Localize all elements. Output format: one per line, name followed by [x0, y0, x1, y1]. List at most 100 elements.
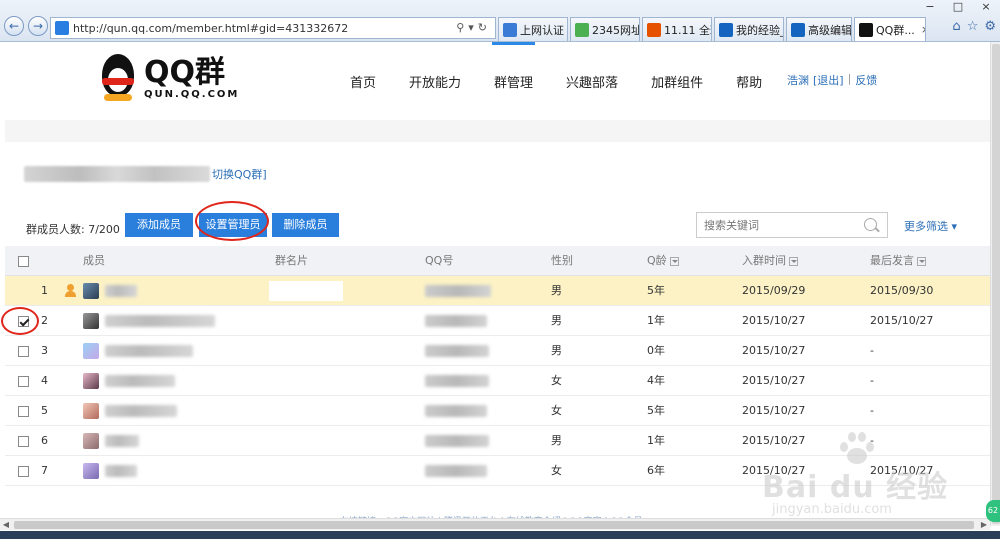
tab-close-icon[interactable]: × — [921, 23, 925, 36]
gender: 男 — [551, 284, 562, 297]
tab-4[interactable]: 高级编辑... — [786, 17, 852, 41]
header-qage[interactable]: Q龄 — [647, 246, 679, 276]
header-last-label: 最后发言 — [870, 254, 914, 267]
delete-member-button[interactable]: 删除成员 — [272, 213, 339, 237]
tab-5-active[interactable]: QQ群... × — [854, 17, 926, 41]
avatar[interactable] — [83, 343, 99, 359]
close-window-button[interactable]: × — [972, 0, 1000, 16]
logout-link[interactable]: [退出] — [813, 72, 844, 88]
blurred-group-name — [24, 166, 210, 182]
baidu-jingyan-watermark: Bai du 经验 jingyan.baidu.com — [762, 432, 982, 522]
table-row[interactable]: 1 男 5年 2015/09/29 2015/09/30 — [5, 276, 990, 306]
browser-tabs: 上网认证 2345网址... 11.11 全球... 我的经验_... 高级编辑… — [498, 17, 928, 41]
row-checkbox[interactable] — [18, 346, 29, 357]
row-checkbox[interactable] — [18, 376, 29, 387]
horizontal-scroll-thumb[interactable] — [14, 521, 974, 529]
header-card: 群名片 — [275, 254, 308, 267]
vertical-scroll-thumb[interactable] — [992, 44, 1000, 524]
site-favicon-icon — [55, 21, 69, 35]
vertical-scrollbar[interactable] — [990, 42, 1000, 526]
header-join-time[interactable]: 入群时间 — [742, 246, 798, 276]
nav-home[interactable]: 首页 — [350, 72, 376, 91]
sort-icon[interactable] — [917, 256, 926, 266]
blurred-nickname — [105, 315, 215, 327]
qq-penguin-icon — [98, 54, 138, 102]
group-owner-icon — [65, 284, 76, 297]
switch-group-link[interactable]: 切换QQ群] — [212, 166, 267, 182]
side-badge[interactable]: 62 — [986, 500, 1000, 522]
member-count: 群成员人数: 7/200 — [26, 223, 120, 236]
os-taskbar — [0, 531, 1000, 539]
address-bar[interactable]: http://qun.qq.com/member.html#gid=431332… — [50, 17, 496, 39]
gender: 女 — [551, 374, 562, 387]
tab-1[interactable]: 2345网址... — [570, 17, 640, 41]
forward-button[interactable]: → — [28, 16, 48, 36]
search-input[interactable] — [697, 213, 857, 237]
group-card-field[interactable] — [269, 281, 343, 301]
nav-help[interactable]: 帮助 — [736, 72, 762, 91]
header-divider-band — [5, 120, 990, 142]
row-number: 6 — [41, 434, 48, 447]
header-last-speak[interactable]: 最后发言 — [870, 246, 926, 276]
favorites-star-icon[interactable]: ☆ — [967, 19, 979, 34]
qq-age: 5年 — [647, 284, 665, 297]
table-row[interactable]: 4 女 4年 2015/10/27 - — [5, 366, 990, 396]
gender: 男 — [551, 344, 562, 357]
minimize-button[interactable]: − — [916, 0, 944, 16]
search-icon[interactable] — [864, 218, 877, 231]
tab-favicon-icon — [647, 22, 661, 37]
search-refresh-icons[interactable]: ⚲▾↻ — [456, 21, 491, 34]
tab-label: QQ群... — [876, 23, 915, 37]
home-icon[interactable]: ⌂ — [952, 19, 960, 34]
select-all-checkbox[interactable] — [18, 256, 29, 267]
qq-qun-logo[interactable]: QQ群 QUN.QQ.COM — [98, 54, 239, 102]
avatar[interactable] — [83, 403, 99, 419]
header-join-label: 入群时间 — [742, 254, 786, 267]
scroll-right-arrow-icon[interactable]: ▶ — [978, 519, 990, 531]
horizontal-scrollbar[interactable]: ◀ ▶ — [0, 518, 990, 530]
avatar[interactable] — [83, 373, 99, 389]
avatar[interactable] — [83, 313, 99, 329]
blurred-qq-number — [425, 375, 489, 387]
tab-2[interactable]: 11.11 全球... — [642, 17, 712, 41]
table-row[interactable]: 5 女 5年 2015/10/27 - — [5, 396, 990, 426]
avatar[interactable] — [83, 463, 99, 479]
tab-0[interactable]: 上网认证 — [498, 17, 568, 41]
row-number: 2 — [41, 314, 48, 327]
join-time: 2015/10/27 — [742, 404, 806, 417]
row-checkbox[interactable] — [18, 436, 29, 447]
row-checkbox[interactable] — [18, 406, 29, 417]
avatar[interactable] — [83, 433, 99, 449]
tab-3[interactable]: 我的经验_... — [714, 17, 784, 41]
table-row[interactable]: 2 男 1年 2015/10/27 2015/10/27 — [5, 306, 990, 336]
nav-open-capabilities[interactable]: 开放能力 — [409, 72, 461, 91]
last-speak: 2015/09/30 — [870, 284, 934, 297]
row-checkbox[interactable] — [18, 466, 29, 477]
add-member-button[interactable]: 添加成员 — [125, 213, 193, 237]
sort-icon[interactable] — [669, 256, 679, 266]
maximize-button[interactable]: □ — [944, 0, 972, 16]
user-links: 浩渊 [退出] | 反馈 — [787, 72, 877, 88]
tab-favicon-icon — [575, 22, 589, 37]
nav-group-management[interactable]: 群管理 — [492, 42, 536, 91]
last-speak: - — [870, 404, 874, 417]
blurred-qq-number — [425, 405, 487, 417]
table-row[interactable]: 3 男 0年 2015/10/27 - — [5, 336, 990, 366]
scroll-left-arrow-icon[interactable]: ◀ — [0, 519, 12, 531]
nav-interest-tribe[interactable]: 兴趣部落 — [566, 72, 618, 91]
more-filter-link[interactable]: 更多筛选 ▾ — [904, 218, 957, 234]
nav-join-group-widget[interactable]: 加群组件 — [651, 72, 703, 91]
tab-favicon-icon — [859, 22, 873, 37]
site-header: QQ群 QUN.QQ.COM 首页 开放能力 群管理 兴趣部落 加群组件 帮助 … — [0, 42, 990, 120]
table-header: 成员 群名片 QQ号 性别 Q龄 入群时间 最后发言 — [5, 246, 990, 276]
join-time: 2015/09/29 — [742, 284, 806, 297]
back-button[interactable]: ← — [4, 16, 24, 36]
gear-icon[interactable]: ⚙ — [984, 19, 996, 34]
search-box — [696, 212, 888, 238]
user-name-link[interactable]: 浩渊 — [787, 72, 809, 88]
feedback-link[interactable]: 反馈 — [855, 72, 877, 88]
avatar[interactable] — [83, 283, 99, 299]
sort-icon[interactable] — [789, 256, 798, 266]
last-speak: 2015/10/27 — [870, 314, 934, 327]
tab-label: 高级编辑... — [808, 23, 852, 37]
